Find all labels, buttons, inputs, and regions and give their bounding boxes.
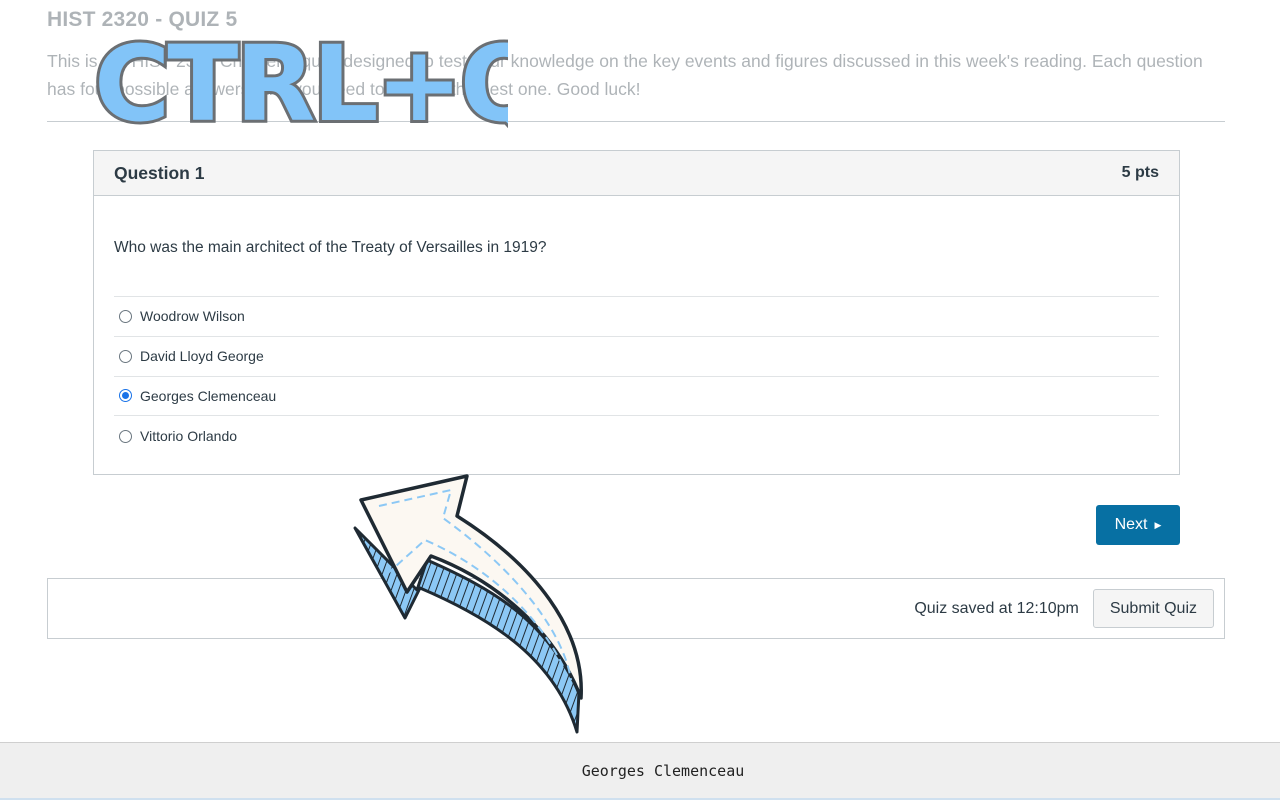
next-button[interactable]: Next ▶ bbox=[1096, 505, 1180, 545]
question-name: Question 1 bbox=[114, 162, 205, 183]
radio-button[interactable] bbox=[119, 349, 132, 363]
answer-option[interactable]: Georges Clemenceau bbox=[114, 377, 1159, 417]
submit-quiz-button[interactable]: Submit Quiz bbox=[1092, 589, 1214, 628]
radio-button[interactable] bbox=[119, 309, 132, 323]
curved-arrow-icon bbox=[353, 474, 583, 734]
answer-label[interactable]: David Lloyd George bbox=[140, 348, 264, 364]
answer-label[interactable]: Vittorio Orlando bbox=[140, 428, 237, 444]
quiz-footer: Quiz saved at 12:10pm Submit Quiz bbox=[47, 578, 1225, 639]
answer-label[interactable]: Woodrow Wilson bbox=[140, 308, 245, 324]
answer-label[interactable]: Georges Clemenceau bbox=[140, 388, 276, 404]
question-points: 5 pts bbox=[1121, 164, 1159, 181]
selection-preview-text: Georges Clemenceau bbox=[581, 761, 745, 780]
question-header: Question 1 5 pts bbox=[94, 151, 1179, 196]
answer-list: Woodrow Wilson David Lloyd George George… bbox=[114, 296, 1159, 456]
shortcut-overlay: CTRL+Q bbox=[91, 20, 508, 140]
question-card: Question 1 5 pts Who was the main archit… bbox=[93, 150, 1180, 475]
answer-option[interactable]: Woodrow Wilson bbox=[114, 297, 1159, 337]
answer-option[interactable]: David Lloyd George bbox=[114, 337, 1159, 377]
question-text: Who was the main architect of the Treaty… bbox=[114, 239, 547, 256]
selection-preview-bar: Georges Clemenceau bbox=[0, 742, 1280, 800]
caret-right-icon: ▶ bbox=[1154, 519, 1162, 530]
radio-button[interactable] bbox=[119, 429, 132, 443]
answer-option[interactable]: Vittorio Orlando bbox=[114, 416, 1159, 456]
radio-button[interactable] bbox=[119, 389, 132, 403]
shortcut-text: CTRL+Q bbox=[94, 23, 508, 140]
quiz-saved-status: Quiz saved at 12:10pm bbox=[914, 599, 1079, 617]
next-button-label: Next bbox=[1114, 516, 1148, 533]
